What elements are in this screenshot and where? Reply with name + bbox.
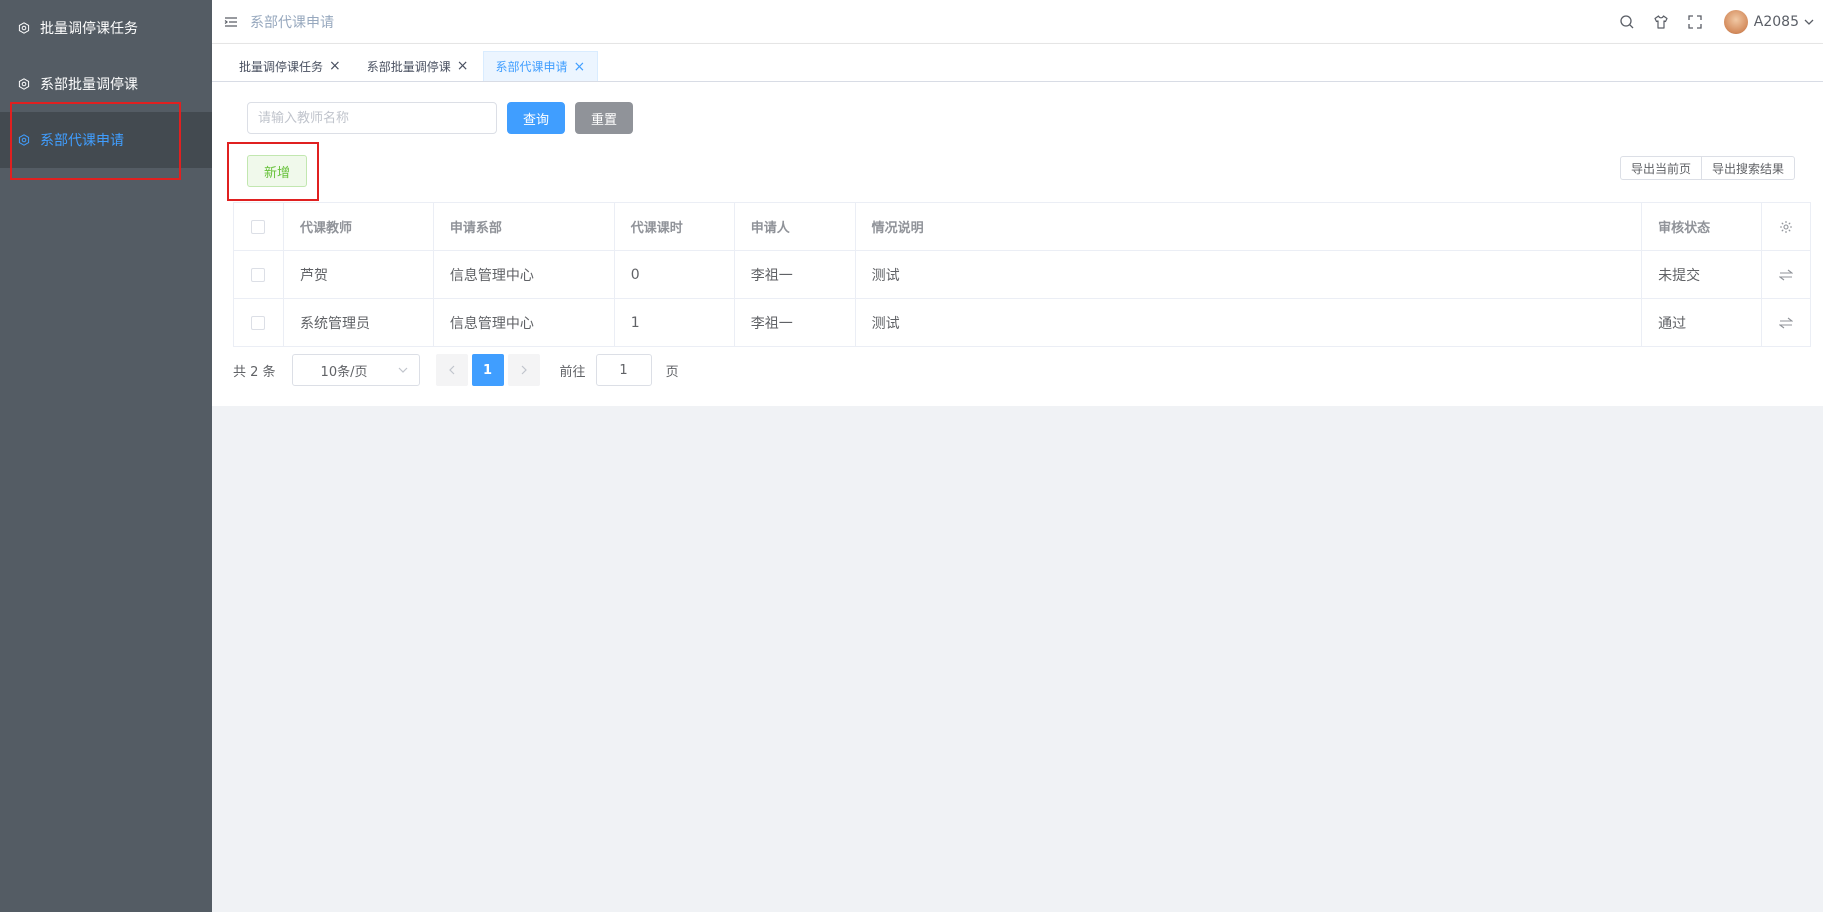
sidebar-item-label: 系部批量调停课 <box>40 77 138 93</box>
theme-icon[interactable] <box>1653 14 1669 30</box>
tags-view: 批量调停课任务 × 系部批量调停课 × 系部代课申请 × <box>212 44 1823 82</box>
sidebar-item-batch-task[interactable]: 批量调停课任务 <box>0 0 212 56</box>
column-header: 代课教师 <box>284 203 434 250</box>
tab-label: 批量调停课任务 <box>239 59 324 74</box>
main-area: 系部代课申请 A2085 批量调停课任务 × 系部批量调停课 × 系部代课申请 … <box>212 0 1823 912</box>
table-cell: 芦贺 <box>284 251 434 298</box>
export-search-results-button[interactable]: 导出搜索结果 <box>1701 156 1795 180</box>
page-number-button[interactable]: 1 <box>471 354 504 386</box>
goto-suffix: 页 <box>665 364 679 380</box>
switch-icon[interactable] <box>1779 316 1794 330</box>
table-cell: 信息管理中心 <box>434 251 615 298</box>
chevron-left-icon <box>448 365 454 375</box>
query-button[interactable]: 查询 <box>507 102 566 134</box>
close-icon[interactable]: × <box>574 60 586 74</box>
close-icon[interactable]: × <box>329 59 341 73</box>
reset-button[interactable]: 重置 <box>575 102 634 134</box>
search-bar: 查询 重置 <box>247 102 634 134</box>
page-size-select[interactable]: 10条/页 <box>291 354 420 386</box>
column-header: 审核状态 <box>1642 203 1763 250</box>
row-select-cell <box>234 251 284 298</box>
table-cell: 1 <box>615 299 735 346</box>
tab-label: 系部代课申请 <box>495 60 568 74</box>
table-header-row: 代课教师 申请系部 代课课时 申请人 情况说明 审核状态 <box>234 203 1812 251</box>
column-header: 申请系部 <box>434 203 615 250</box>
table-cell: 李祖一 <box>735 299 856 346</box>
export-group: 导出当前页 导出搜索结果 <box>1619 156 1795 180</box>
chevron-down-icon <box>397 364 409 376</box>
navbar: 系部代课申请 A2085 <box>212 0 1823 44</box>
sidebar: 批量调停课任务 系部批量调停课 系部代课申请 <box>0 0 212 912</box>
select-all-cell <box>234 203 284 250</box>
goto-page-input[interactable]: 1 <box>595 354 652 386</box>
table-cell: 李祖一 <box>735 251 856 298</box>
table-cell: 测试 <box>856 299 1643 346</box>
column-header: 申请人 <box>735 203 856 250</box>
menu-fold-icon[interactable] <box>224 15 238 29</box>
row-checkbox[interactable] <box>251 267 266 282</box>
pagination-total: 共 2 条 <box>233 364 276 380</box>
prev-page-button[interactable] <box>435 354 468 386</box>
add-button[interactable]: 新增 <box>247 155 307 187</box>
settings-icon <box>18 134 30 146</box>
chevron-down-icon[interactable] <box>1803 16 1815 28</box>
row-action-cell <box>1762 299 1812 346</box>
settings-icon <box>18 22 30 34</box>
column-settings-cell <box>1762 203 1812 250</box>
next-page-button[interactable] <box>507 354 540 386</box>
search-icon[interactable] <box>1619 14 1635 30</box>
breadcrumb: 系部代课申请 <box>250 14 334 31</box>
table-cell: 0 <box>615 251 735 298</box>
column-header: 代课课时 <box>615 203 735 250</box>
table-cell: 测试 <box>856 251 1643 298</box>
select-all-checkbox[interactable] <box>251 219 266 234</box>
teacher-name-input[interactable] <box>247 102 497 134</box>
sidebar-item-label: 批量调停课任务 <box>40 21 138 37</box>
settings-icon <box>18 78 30 90</box>
row-select-cell <box>234 299 284 346</box>
table-cell: 未提交 <box>1642 251 1763 298</box>
tab-dept-batch[interactable]: 系部批量调停课 × <box>355 51 481 81</box>
gear-icon[interactable] <box>1779 220 1793 234</box>
fullscreen-icon[interactable] <box>1687 14 1703 30</box>
export-current-page-button[interactable]: 导出当前页 <box>1619 156 1702 180</box>
table-row[interactable]: 系统管理员 信息管理中心 1 李祖一 测试 通过 <box>234 299 1812 347</box>
row-action-cell <box>1762 251 1812 298</box>
table-row[interactable]: 芦贺 信息管理中心 0 李祖一 测试 未提交 <box>234 251 1812 299</box>
username[interactable]: A2085 <box>1754 14 1799 30</box>
switch-icon[interactable] <box>1779 268 1794 282</box>
table-cell: 通过 <box>1642 299 1763 346</box>
sidebar-item-substitute-apply[interactable]: 系部代课申请 <box>0 102 212 180</box>
tab-substitute-apply[interactable]: 系部代课申请 × <box>482 51 599 81</box>
close-icon[interactable]: × <box>457 59 469 73</box>
pagination: 共 2 条 10条/页 1 前往 1 页 <box>233 354 679 386</box>
row-checkbox[interactable] <box>251 315 266 330</box>
chevron-right-icon <box>521 365 527 375</box>
column-header: 情况说明 <box>856 203 1643 250</box>
sidebar-item-dept-batch[interactable]: 系部批量调停课 <box>0 56 212 112</box>
page-size-value: 10条/页 <box>320 364 368 380</box>
data-table: 代课教师 申请系部 代课课时 申请人 情况说明 审核状态 芦贺 信息管理中心 0… <box>233 202 1812 347</box>
sidebar-item-label: 系部代课申请 <box>40 133 124 149</box>
table-cell: 系统管理员 <box>284 299 434 346</box>
goto-prefix: 前往 <box>559 364 586 380</box>
tab-label: 系部批量调停课 <box>366 59 451 74</box>
content-panel: 查询 重置 新增 导出当前页 导出搜索结果 代课教师 申请系部 代课课时 申请人… <box>212 82 1823 406</box>
avatar[interactable] <box>1723 9 1748 34</box>
table-cell: 信息管理中心 <box>434 299 615 346</box>
tab-batch-task[interactable]: 批量调停课任务 × <box>227 51 353 81</box>
